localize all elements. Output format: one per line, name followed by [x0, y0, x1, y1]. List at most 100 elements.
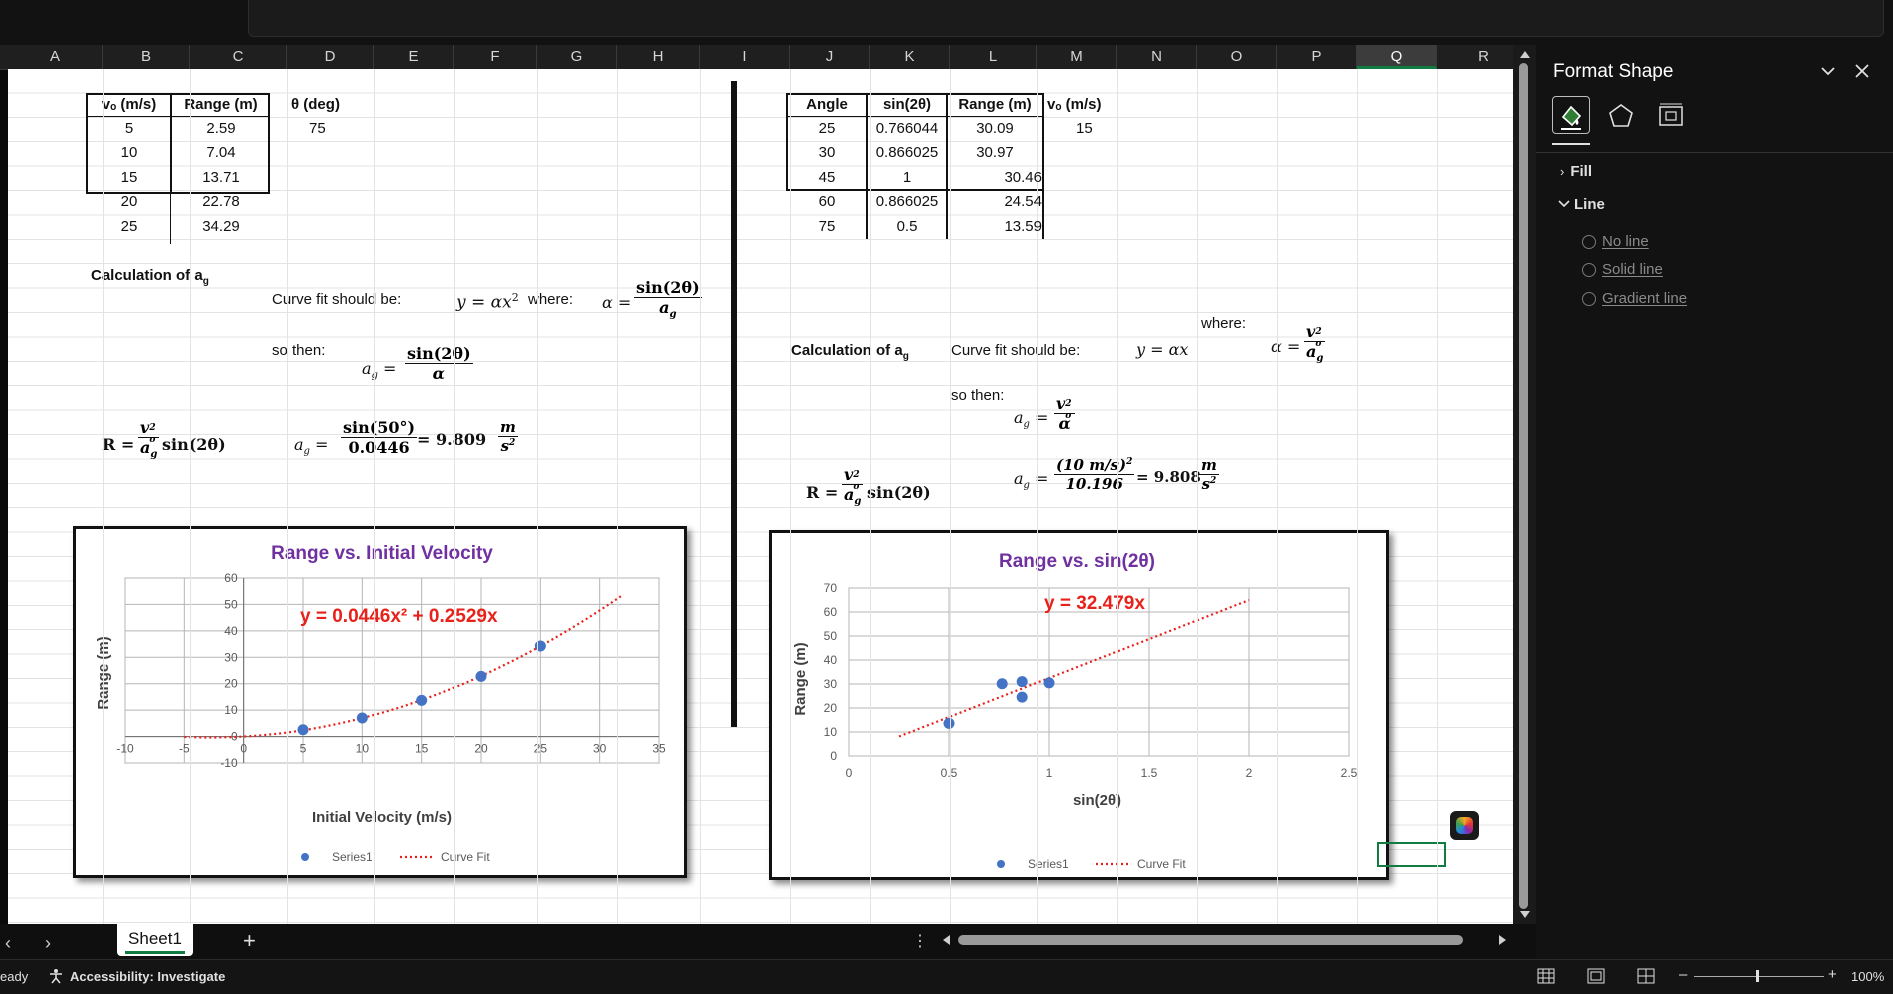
no-line-label[interactable]: No line	[1602, 233, 1649, 250]
chart-range-vs-sin[interactable]: Range vs. sin(2θ) 0 10 20 30 40 50 60 70 0 0.5 1 1.5…	[769, 530, 1389, 880]
selected-cell[interactable]	[1377, 842, 1446, 867]
sheet-tab-sheet1[interactable]: Sheet1	[117, 924, 193, 956]
table2-angle-cell[interactable]: 30	[788, 141, 866, 165]
scroll-down-icon[interactable]	[1520, 911, 1530, 918]
zoom-level[interactable]: 100%	[1851, 969, 1884, 984]
column-header-d[interactable]: D	[287, 45, 374, 69]
table1-v0-cell[interactable]: 15	[90, 166, 168, 190]
table2-sin-cell[interactable]: 0.866025	[868, 190, 946, 214]
table1-v0-cell[interactable]: 5	[90, 117, 168, 141]
zoom-slider-thumb[interactable]	[1756, 970, 1759, 982]
table2-range-cell[interactable]: 24.54	[948, 190, 1042, 214]
column-header-l[interactable]: L	[950, 45, 1037, 69]
top-bar	[0, 0, 1893, 45]
column-header-g[interactable]: G	[537, 45, 617, 69]
table2-angle-cell[interactable]: 25	[788, 117, 866, 141]
more-options-icon[interactable]: ⋮	[912, 931, 928, 951]
table1-range-cell[interactable]: 13.71	[173, 166, 269, 190]
copilot-button[interactable]	[1450, 811, 1479, 840]
column-header-i[interactable]: I	[700, 45, 790, 69]
table2-angle-cell[interactable]: 75	[788, 215, 866, 239]
table2-sin-cell[interactable]: 0.5	[868, 215, 946, 239]
scroll-right-icon[interactable]	[1499, 935, 1506, 945]
fill-section-toggle[interactable]: › Fill	[1560, 163, 1592, 180]
chart-range-vs-velocity[interactable]: Range vs. Initial Velocity -10 0 10 20 30 40 50…	[73, 526, 687, 878]
scroll-up-icon[interactable]	[1520, 51, 1530, 58]
table1-range-cell[interactable]: 7.04	[173, 141, 269, 165]
table1-header-v0[interactable]: vₒ (m/s)	[90, 93, 168, 117]
zoom-in-icon[interactable]: +	[1828, 966, 1837, 983]
left-calc-label[interactable]: Calculation of ag	[91, 264, 209, 288]
right-calc-label[interactable]: Calculation of ag	[791, 339, 909, 363]
table1-v0-cell[interactable]: 20	[90, 190, 168, 214]
column-header-f[interactable]: F	[454, 45, 537, 69]
column-header-b[interactable]: B	[103, 45, 190, 69]
add-sheet-icon[interactable]: +	[243, 928, 256, 954]
table1-v0-cell[interactable]: 25	[90, 215, 168, 239]
page-break-icon[interactable]	[1637, 968, 1655, 989]
prev-sheet-icon[interactable]: ‹	[5, 933, 11, 954]
theta-label[interactable]: θ (deg)	[291, 93, 340, 117]
table2-header-angle[interactable]: Angle	[788, 93, 866, 117]
next-sheet-icon[interactable]: ›	[45, 933, 51, 954]
table2-range-cell[interactable]: 30.46	[948, 166, 1042, 190]
table2-angle-cell[interactable]: 60	[788, 190, 866, 214]
right-curve-fit-label[interactable]: Curve fit should be:	[951, 339, 1080, 363]
no-line-radio[interactable]	[1582, 235, 1596, 249]
column-header-k[interactable]: K	[870, 45, 950, 69]
table1-range-cell[interactable]: 22.78	[173, 190, 269, 214]
vertical-scroll-thumb[interactable]	[1519, 63, 1528, 909]
column-header-n[interactable]: N	[1117, 45, 1197, 69]
table2-v0-value[interactable]: 15	[1076, 117, 1093, 141]
size-properties-icon[interactable]	[1656, 101, 1686, 136]
table2-sin-cell[interactable]: 1	[868, 166, 946, 190]
table2-range-cell[interactable]: 13.59	[948, 215, 1042, 239]
page-layout-icon[interactable]	[1587, 968, 1605, 989]
table1-range-cell[interactable]: 34.29	[173, 215, 269, 239]
table2-header-range[interactable]: Range (m)	[948, 93, 1042, 117]
line-section-toggle[interactable]: Line	[1558, 196, 1605, 213]
column-header-o[interactable]: O	[1197, 45, 1277, 69]
accessibility-status[interactable]: Accessibility: Investigate	[70, 969, 225, 984]
theta-value[interactable]: 75	[309, 117, 326, 141]
gradient-line-label[interactable]: Gradient line	[1602, 290, 1687, 307]
solid-line-label[interactable]: Solid line	[1602, 261, 1663, 278]
table2-sin-cell[interactable]: 0.866025	[868, 141, 946, 165]
table2-header-v0[interactable]: vₒ (m/s)	[1047, 93, 1102, 117]
column-header-m[interactable]: M	[1037, 45, 1117, 69]
zoom-slider-track[interactable]	[1694, 976, 1824, 977]
column-header-j[interactable]: J	[790, 45, 870, 69]
legend-label-series1: Series1	[1028, 857, 1069, 871]
column-header-q[interactable]: Q	[1357, 45, 1437, 69]
column-header-h[interactable]: H	[617, 45, 700, 69]
normal-view-icon[interactable]	[1537, 968, 1555, 989]
vertical-scrollbar[interactable]	[1513, 45, 1536, 924]
divider-line-shape[interactable]	[731, 81, 737, 727]
pane-close-icon[interactable]	[1854, 63, 1870, 84]
zoom-out-icon[interactable]: –	[1679, 966, 1687, 983]
table2-sin-cell[interactable]: 0.766044	[868, 117, 946, 141]
scroll-left-icon[interactable]	[943, 935, 950, 945]
table1-range-cell[interactable]: 2.59	[173, 117, 269, 141]
left-unit-den-sup: 2	[509, 438, 516, 448]
table2-header-sin[interactable]: sin(2θ)	[868, 93, 946, 117]
gradient-line-radio[interactable]	[1582, 292, 1596, 306]
table2-range-cell[interactable]: 30.97	[948, 141, 1042, 165]
fill-line-icon[interactable]	[1552, 96, 1590, 134]
horizontal-scroll-thumb[interactable]	[958, 935, 1463, 945]
pane-options-chevron-icon[interactable]	[1820, 63, 1836, 84]
table2-range-cell[interactable]: 30.09	[948, 117, 1042, 141]
worksheet-grid[interactable]: vₒ (m/s) Range (m) θ (deg) 75 Calculatio…	[8, 69, 1513, 924]
solid-line-radio[interactable]	[1582, 263, 1596, 277]
column-header-c[interactable]: C	[190, 45, 287, 69]
effects-icon[interactable]	[1606, 101, 1636, 136]
column-header-p[interactable]: P	[1277, 45, 1357, 69]
table1-header-range[interactable]: Range (m)	[173, 93, 269, 117]
table1-v0-cell[interactable]: 10	[90, 141, 168, 165]
formula-bar[interactable]	[248, 0, 1884, 37]
table2-angle-cell[interactable]: 45	[788, 166, 866, 190]
right-ag-num-sup: 2	[1065, 399, 1072, 409]
column-header-e[interactable]: E	[374, 45, 454, 69]
column-header-a[interactable]: A	[8, 45, 103, 69]
left-curve-fit-label[interactable]: Curve fit should be:	[272, 288, 401, 312]
